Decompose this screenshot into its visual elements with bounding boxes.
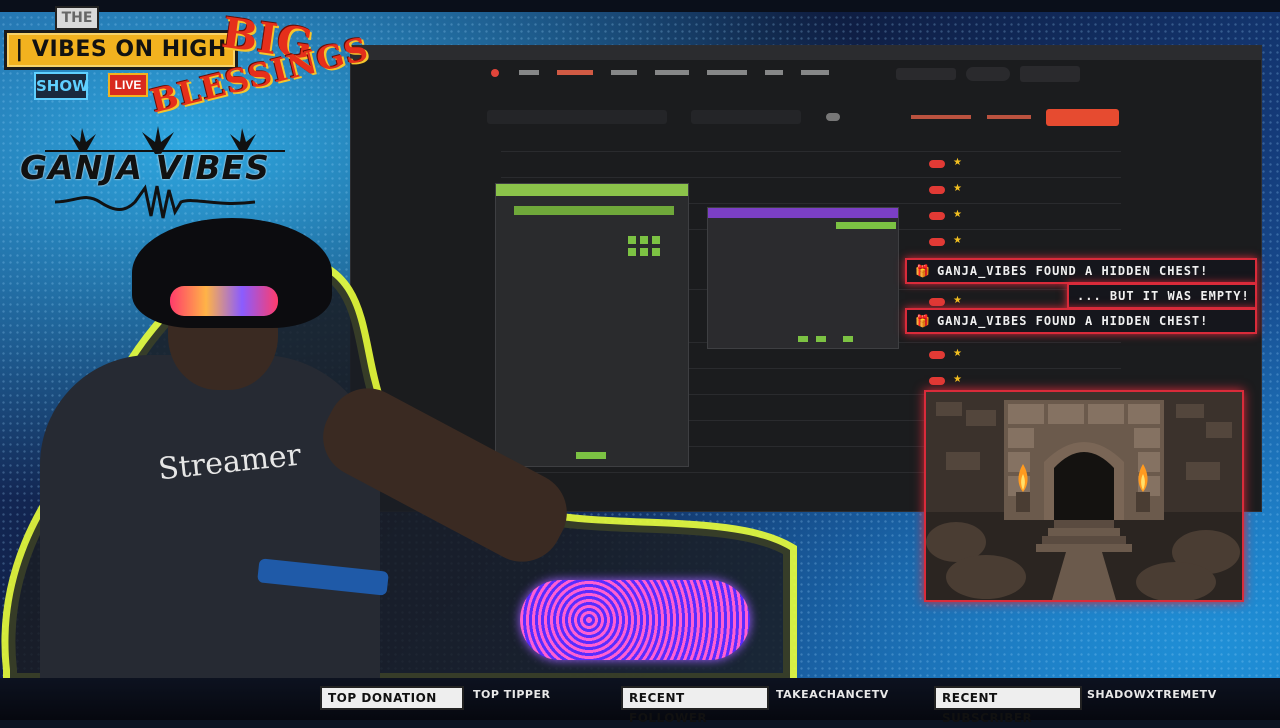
recent-subscriber-value: SHADOWXTREMETV	[1087, 688, 1217, 701]
logo-show: SHOW	[34, 72, 89, 100]
chest-alert-empty: ... BUT IT WAS EMPTY!	[1067, 283, 1257, 309]
show-logo: THE | VIBES ON HIGH | SHOW LIVE BIG BLES…	[0, 0, 372, 235]
recent-subscriber-label: RECENT SUBSCRIBER	[934, 686, 1082, 725]
avatar	[1020, 66, 1080, 82]
window-footer-button	[816, 336, 826, 342]
nav-bar	[519, 70, 829, 75]
recent-follower-label: RECENT FOLLOWER	[621, 686, 769, 725]
chest-alert-text: ... BUT IT WAS EMPTY!	[1077, 289, 1250, 303]
nav-item	[655, 70, 689, 75]
logo-the: THE	[55, 6, 99, 30]
action-link	[987, 115, 1031, 119]
app-logo-icon	[491, 69, 499, 77]
chest-alert: 🎁 GANJA_VIBES FOUND A HIDDEN CHEST!	[905, 258, 1257, 284]
nav-item	[611, 70, 637, 75]
dungeon-art	[926, 392, 1242, 600]
add-reward-button	[1046, 109, 1119, 126]
wallet-pill	[896, 68, 956, 80]
window-title-bar	[496, 184, 688, 196]
enabled-switch	[929, 186, 945, 194]
chest-alert-text: GANJA_VIBES FOUND A HIDDEN CHEST!	[936, 314, 1209, 328]
star-icon: ★	[953, 157, 962, 168]
sunglasses	[170, 286, 278, 316]
top-tipper-label: TOP TIPPER	[473, 688, 551, 701]
enabled-switch	[929, 212, 945, 220]
search-box	[487, 110, 667, 124]
nav-item	[519, 70, 539, 75]
star-icon: ★	[953, 183, 962, 194]
star-icon: ★	[953, 295, 962, 306]
enabled-toggle	[826, 113, 840, 121]
category-select	[691, 110, 801, 124]
browser-url-bar	[351, 46, 1261, 60]
enabled-switch	[929, 160, 945, 168]
user-controls	[896, 66, 1080, 82]
nav-item	[707, 70, 747, 75]
star-icon: ★	[953, 235, 962, 246]
gift-icon: 🎁	[915, 314, 931, 328]
live-badge: LIVE	[108, 73, 148, 97]
recent-follower-value: TAKEACHANCETV	[776, 688, 889, 701]
nav-item-active	[557, 70, 593, 75]
led-speaker	[520, 580, 750, 660]
enabled-switch	[929, 238, 945, 246]
star-icon: ★	[953, 209, 962, 220]
window-footer-button	[843, 336, 853, 342]
action-link	[911, 115, 971, 119]
chest-alert-text: GANJA_VIBES FOUND A HIDDEN CHEST!	[936, 264, 1209, 278]
gift-icon: 🎁	[915, 264, 931, 278]
top-donation-label: TOP DONATION	[320, 686, 464, 710]
coin-pill	[966, 67, 1010, 81]
dungeon-scene	[924, 390, 1244, 602]
window-panel	[836, 222, 896, 229]
enabled-switch	[929, 298, 945, 306]
chest-alert: 🎁 GANJA_VIBES FOUND A HIDDEN CHEST!	[905, 308, 1257, 334]
nav-item	[801, 70, 829, 75]
enabled-switch	[929, 351, 945, 359]
star-icon: ★	[953, 374, 962, 385]
logo-vibes-on-high: | VIBES ON HIGH |	[4, 30, 238, 96]
table-row: ★	[501, 151, 1121, 178]
soundwave-icon	[55, 184, 255, 219]
streamer-body	[40, 355, 380, 680]
star-icon: ★	[953, 348, 962, 359]
nav-item	[765, 70, 783, 75]
enabled-switch	[929, 377, 945, 385]
